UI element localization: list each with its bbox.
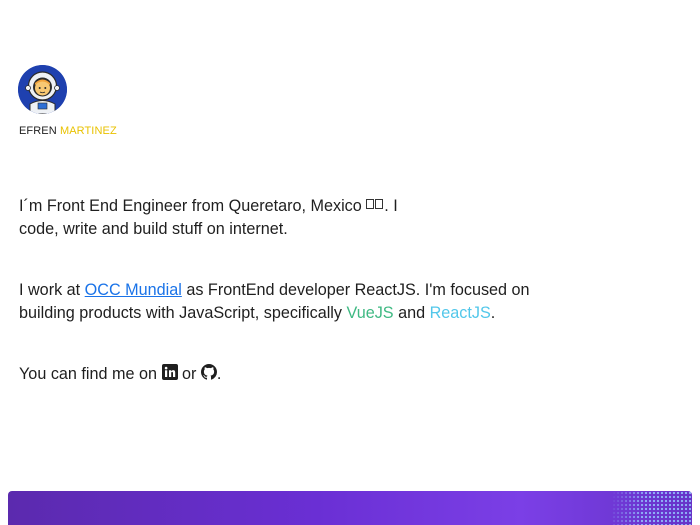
social-text-end: . bbox=[216, 365, 222, 383]
social-text: You can find me on bbox=[19, 365, 162, 383]
dot-pattern-decoration bbox=[612, 491, 692, 525]
work-text-end: . bbox=[490, 304, 496, 322]
mexico-flag-icon bbox=[366, 199, 384, 212]
reactjs-link[interactable]: ReactJS bbox=[430, 304, 491, 322]
astronaut-avatar-icon bbox=[18, 65, 67, 114]
intro-paragraph: I´m Front End Engineer from Queretaro, M… bbox=[19, 195, 439, 241]
work-text: I work at bbox=[19, 281, 85, 299]
work-text-and: and bbox=[393, 304, 430, 322]
github-icon[interactable] bbox=[200, 364, 217, 380]
social-paragraph: You can find me on or . bbox=[19, 363, 579, 386]
site-logo-name[interactable]: EFREN MARTINEZ bbox=[19, 125, 117, 137]
last-name: MARTINEZ bbox=[59, 125, 117, 137]
intro-text: I´m Front End Engineer from Queretaro, M… bbox=[19, 197, 362, 215]
first-name: EFREN bbox=[19, 125, 57, 137]
work-paragraph: I work at OCC Mundial as FrontEnd develo… bbox=[19, 279, 579, 325]
footer-banner bbox=[8, 491, 692, 525]
vuejs-link[interactable]: VueJS bbox=[347, 304, 394, 322]
social-text-or: or bbox=[177, 365, 201, 383]
linkedin-icon[interactable] bbox=[161, 364, 178, 380]
occ-mundial-link[interactable]: OCC Mundial bbox=[85, 281, 182, 299]
page: EFREN MARTINEZ I´m Front End Engineer fr… bbox=[0, 0, 700, 525]
